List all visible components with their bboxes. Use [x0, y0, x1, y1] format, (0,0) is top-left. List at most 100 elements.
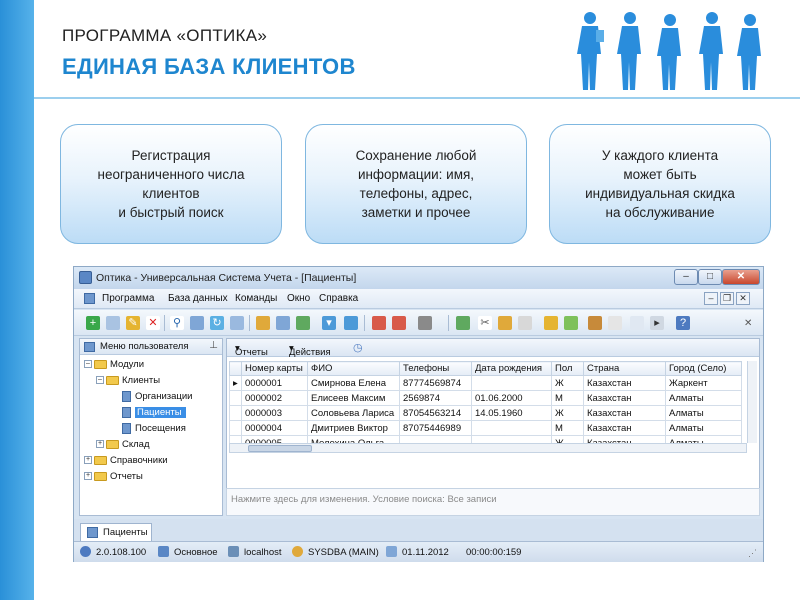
resize-grip-icon[interactable]: ⋰ — [748, 548, 757, 559]
table-cell[interactable]: Смирнова Елена — [307, 375, 400, 391]
export-icon[interactable] — [276, 316, 290, 330]
table-row[interactable]: ▸ 0000001 Смирнова Елена 87774569874 Ж К… — [229, 375, 742, 391]
clock-icon[interactable]: ◷ — [353, 341, 363, 354]
column-header[interactable]: Страна — [583, 361, 666, 376]
lock-icon[interactable] — [544, 316, 558, 330]
copy-icon[interactable] — [106, 316, 120, 330]
mdi-restore-button[interactable]: ❐ — [720, 292, 734, 305]
table-cell[interactable]: 2569874 — [399, 390, 472, 406]
table-cell[interactable]: Жаркент — [665, 375, 742, 391]
table-cell[interactable]: 0000001 — [241, 375, 308, 391]
tree-item-organizations[interactable]: Организации — [122, 391, 192, 402]
tree-item-references[interactable]: + Справочники — [84, 455, 168, 466]
filter-icon[interactable] — [190, 316, 204, 330]
expand-icon[interactable]: + — [84, 472, 92, 481]
calendar-icon[interactable] — [392, 316, 406, 330]
horizontal-scrollbar[interactable] — [229, 443, 747, 453]
tree-item-warehouse[interactable]: + Склад — [96, 439, 150, 450]
menu-commands[interactable]: Команды — [235, 293, 277, 304]
refresh-icon[interactable]: ↻ — [210, 316, 224, 330]
note-icon[interactable] — [518, 316, 532, 330]
filter-bar[interactable]: Нажмите здесь для изменения. Условие пои… — [226, 488, 760, 516]
search-icon[interactable]: ⚲ — [170, 316, 184, 330]
tree-item-reports[interactable]: + Отчеты — [84, 471, 143, 482]
table-cell[interactable]: Казахстан — [583, 375, 666, 391]
table-cell[interactable]: Казахстан — [583, 420, 666, 436]
table-row[interactable]: 0000003 Соловьева Лариса 87054563214 14.… — [229, 405, 742, 421]
column-header[interactable]: Дата рождения — [471, 361, 552, 376]
actions-dropdown[interactable]: Действия ▾ — [289, 343, 331, 358]
table-cell[interactable]: Казахстан — [583, 405, 666, 421]
close-button[interactable]: ✕ — [722, 269, 760, 285]
table-cell[interactable]: 0000004 — [241, 420, 308, 436]
tree-item-patients[interactable]: Пациенты — [122, 407, 186, 419]
table-row[interactable]: 0000002 Елисеев Максим 2569874 01.06.200… — [229, 390, 742, 406]
table-cell[interactable]: 87054563214 — [399, 405, 472, 421]
table-icon[interactable] — [456, 316, 470, 330]
table-cell[interactable]: Ж — [551, 405, 584, 421]
table-cell[interactable]: Казахстан — [583, 390, 666, 406]
tree-item-visits[interactable]: Посещения — [122, 423, 186, 434]
mdi-minimize-button[interactable]: – — [704, 292, 718, 305]
pin-icon[interactable]: ⊥ — [209, 340, 218, 351]
reports-dropdown[interactable]: Отчеты ▾ — [235, 343, 268, 358]
collapse-icon[interactable]: – — [84, 360, 92, 369]
table-cell[interactable]: М — [551, 390, 584, 406]
column-header[interactable]: Пол — [551, 361, 584, 376]
tree-item-modules[interactable]: – Модули — [84, 359, 144, 370]
menu-help[interactable]: Справка — [319, 293, 358, 304]
print-icon[interactable] — [372, 316, 386, 330]
menu-window[interactable]: Окно — [287, 293, 310, 304]
window-icon[interactable] — [344, 316, 358, 330]
calculator-icon[interactable] — [608, 316, 622, 330]
column-header[interactable]: Телефоны — [399, 361, 472, 376]
pencil-icon[interactable] — [498, 316, 512, 330]
link-icon[interactable] — [230, 316, 244, 330]
add-icon[interactable]: + — [86, 316, 100, 330]
table-cell[interactable]: Дмитриев Виктор — [307, 420, 400, 436]
table-row[interactable]: 0000004 Дмитриев Виктор 87075446989 М Ка… — [229, 420, 742, 436]
table-cell[interactable]: Алматы — [665, 405, 742, 421]
expand-icon[interactable]: + — [84, 456, 92, 465]
table-cell[interactable]: 0000002 — [241, 390, 308, 406]
tools-icon[interactable]: ✂ — [478, 316, 492, 330]
help-icon[interactable]: ? — [676, 316, 690, 330]
delete-icon[interactable]: ✕ — [146, 316, 160, 330]
maximize-button[interactable]: □ — [698, 269, 722, 285]
tree-item-clients[interactable]: – Клиенты — [96, 375, 160, 386]
table-cell[interactable] — [471, 420, 552, 436]
report-icon[interactable] — [256, 316, 270, 330]
users-icon[interactable] — [564, 316, 578, 330]
settings-icon[interactable]: ▾ — [322, 316, 336, 330]
sound-icon[interactable] — [418, 316, 432, 330]
column-header[interactable]: Город (Село) — [665, 361, 742, 376]
collapse-icon[interactable]: – — [96, 376, 104, 385]
toolbar-overflow-icon[interactable]: ✕ — [744, 318, 752, 329]
mdi-close-button[interactable]: ✕ — [736, 292, 750, 305]
table-cell[interactable]: 01.06.2000 — [471, 390, 552, 406]
table-cell[interactable]: Ж — [551, 375, 584, 391]
scroll-thumb[interactable] — [248, 445, 312, 452]
tab-patients[interactable]: Пациенты — [80, 523, 152, 541]
table-cell[interactable]: 87075446989 — [399, 420, 472, 436]
table-cell[interactable]: 87774569874 — [399, 375, 472, 391]
table-cell[interactable] — [471, 375, 552, 391]
grid-icon[interactable] — [296, 316, 310, 330]
column-header[interactable]: Номер карты — [241, 361, 308, 376]
vertical-scrollbar[interactable] — [747, 361, 757, 443]
table-cell[interactable]: Елисеев Максим — [307, 390, 400, 406]
table-cell[interactable]: Алматы — [665, 420, 742, 436]
minimize-button[interactable]: – — [674, 269, 698, 285]
column-header[interactable]: ФИО — [307, 361, 400, 376]
expand-icon[interactable]: + — [96, 440, 104, 449]
edit-icon[interactable]: ✎ — [126, 316, 140, 330]
table-cell[interactable]: Соловьева Лариса — [307, 405, 400, 421]
table-cell[interactable]: Алматы — [665, 390, 742, 406]
menu-database[interactable]: База данных — [168, 293, 228, 304]
window-list-icon[interactable] — [630, 316, 644, 330]
play-icon[interactable]: ▸ — [650, 316, 664, 330]
table-cell[interactable]: 0000003 — [241, 405, 308, 421]
menu-program[interactable]: Программа — [102, 293, 154, 304]
table-cell[interactable]: М — [551, 420, 584, 436]
table-cell[interactable]: 14.05.1960 — [471, 405, 552, 421]
